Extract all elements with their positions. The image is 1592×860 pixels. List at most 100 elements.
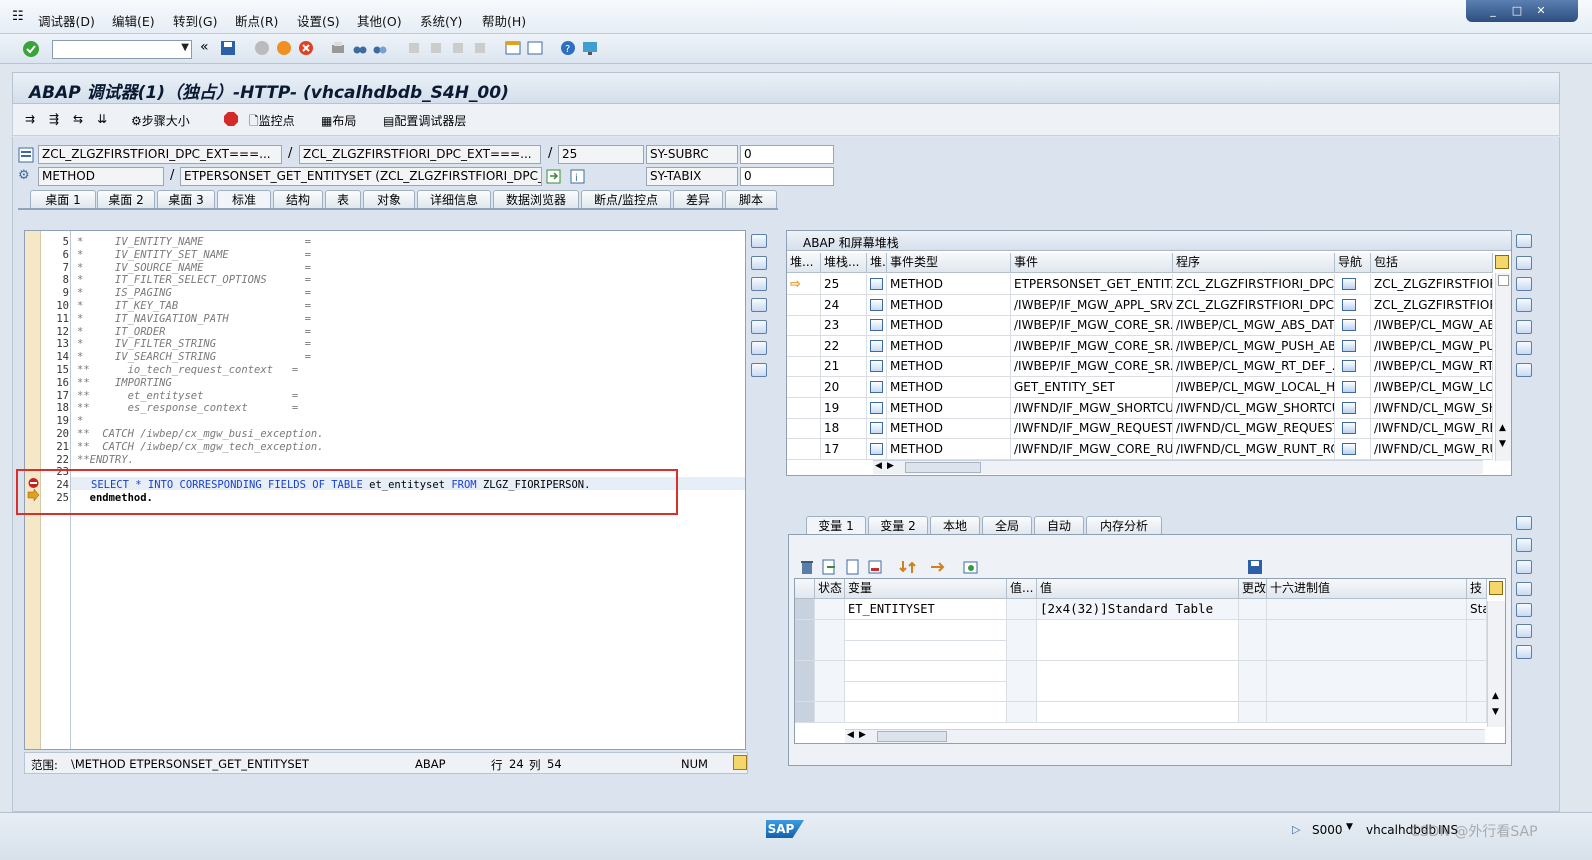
stack-header-cell[interactable]: 包括 xyxy=(1371,253,1493,273)
scroll-thumb[interactable] xyxy=(905,462,981,473)
code-line[interactable]: ** CATCH /iwbep/cx_mgw_tech_exception. xyxy=(77,441,324,453)
scroll-left-icon[interactable]: ◀ xyxy=(847,730,854,740)
close-tool-icon[interactable] xyxy=(1516,516,1532,530)
variable-cell[interactable] xyxy=(845,640,1007,662)
code-line[interactable]: ** CATCH /iwbep/cx_mgw_busi_exception. xyxy=(77,428,324,440)
code-line[interactable]: * IT_ORDER = xyxy=(77,326,311,338)
customize-layout-icon[interactable] xyxy=(582,40,598,56)
import-variables-icon[interactable] xyxy=(821,559,837,575)
help-icon[interactable]: ? xyxy=(560,40,576,56)
menu-settings[interactable]: 设置(S) xyxy=(297,11,340,30)
stack-header-cell[interactable]: 程序 xyxy=(1173,253,1335,273)
services-tool-icon[interactable] xyxy=(1516,624,1532,638)
code-line[interactable]: * IV_SOURCE_NAME = xyxy=(77,262,311,274)
first-page-icon[interactable] xyxy=(406,40,422,56)
variable-list-icon[interactable] xyxy=(867,559,883,575)
close-button[interactable]: ✕ xyxy=(1530,3,1552,18)
expand-tool-icon[interactable] xyxy=(1516,582,1532,596)
navigate-icon[interactable] xyxy=(1342,298,1356,311)
menu-help[interactable]: 帮助(H) xyxy=(482,11,526,30)
swap-tool-icon[interactable] xyxy=(751,277,767,291)
menu-system[interactable]: 系统(Y) xyxy=(420,11,462,30)
create-session-icon[interactable] xyxy=(505,40,521,56)
stack-header-cell[interactable]: 事件类型 xyxy=(887,253,1011,273)
swap-tool-icon[interactable] xyxy=(1516,538,1532,552)
return-icon[interactable]: ⇆ xyxy=(73,112,83,126)
resize-tool-icon[interactable] xyxy=(1516,298,1532,312)
vars-header-cell[interactable]: 值... xyxy=(1007,579,1037,599)
expand-status-icon[interactable]: ▷ xyxy=(1292,823,1300,836)
navigate-icon[interactable] xyxy=(1342,339,1356,352)
vars-header-cell[interactable]: 十六进制值 xyxy=(1267,579,1467,599)
execute-icon[interactable]: ⇶ xyxy=(49,112,59,126)
menu-goto[interactable]: 转到(G) xyxy=(173,11,217,30)
expand-tool-icon[interactable] xyxy=(1516,320,1532,334)
scroll-right-icon[interactable]: ▶ xyxy=(887,461,894,471)
code-line[interactable]: * IS_PAGING = xyxy=(77,287,311,299)
swap-tool-icon[interactable] xyxy=(1516,256,1532,270)
services-tool-icon[interactable] xyxy=(1516,341,1532,355)
transfer-icon[interactable] xyxy=(929,559,947,575)
step-into-icon[interactable]: ⇉ xyxy=(25,112,35,126)
stack-header-cell[interactable]: 导航 xyxy=(1335,253,1371,273)
resize-tool-icon[interactable] xyxy=(751,320,767,334)
enter-check-icon[interactable] xyxy=(22,40,40,58)
code-line[interactable]: ** IMPORTING xyxy=(77,377,172,389)
export-variables-icon[interactable] xyxy=(845,559,861,575)
code-line[interactable]: * IV_ENTITY_NAME = xyxy=(77,236,311,248)
navigate-icon[interactable] xyxy=(1342,360,1356,373)
row-selector[interactable] xyxy=(795,640,815,662)
tab-local[interactable]: 本地 xyxy=(930,516,980,535)
scroll-thumb[interactable] xyxy=(877,731,947,742)
navigate-icon[interactable] xyxy=(1342,442,1356,455)
vars-vertical-scrollbar[interactable]: ▲ ▼ xyxy=(1487,601,1505,727)
shortcut-icon[interactable] xyxy=(527,40,543,56)
maximize-tool-icon[interactable] xyxy=(1516,277,1532,291)
print-icon[interactable] xyxy=(330,40,346,56)
scroll-right-icon[interactable]: ▶ xyxy=(859,730,866,740)
stack-row[interactable]: 21 METHOD/IWBEP/IF_MGW_CORE_SR.../IWBEP/C… xyxy=(787,356,1493,378)
row-selector[interactable] xyxy=(795,681,815,703)
delete-icon[interactable] xyxy=(799,559,815,575)
variable-row[interactable] xyxy=(795,660,1487,682)
vars-header-cell[interactable] xyxy=(795,579,815,599)
vars-header-cell[interactable]: 技 xyxy=(1467,579,1487,599)
step-size-button[interactable]: ⚙步骤大小 xyxy=(131,112,190,129)
settings-tool-icon[interactable] xyxy=(1516,645,1532,659)
watch-variable-icon[interactable] xyxy=(963,559,979,575)
stack-row[interactable]: 23 METHOD/IWBEP/IF_MGW_CORE_SR.../IWBEP/C… xyxy=(787,315,1493,337)
minimize-button[interactable]: _ xyxy=(1482,3,1504,18)
code-line[interactable]: **ENDTRY. xyxy=(77,454,134,466)
code-line[interactable]: ** io_tech_request_context = xyxy=(77,364,298,376)
tab-structure[interactable]: 结构 xyxy=(273,190,323,209)
select-all-checkbox[interactable] xyxy=(1498,275,1509,286)
navigate-source-icon[interactable] xyxy=(546,169,561,184)
variable-row[interactable]: ET_ENTITYSET [2x4(32)]Standard Table Sta xyxy=(795,599,1487,620)
stack-header-cell[interactable]: 堆栈... xyxy=(821,253,867,273)
navigate-icon[interactable] xyxy=(1342,319,1356,332)
variable-cell[interactable]: ET_ENTITYSET xyxy=(845,599,1007,620)
close-tool-icon[interactable] xyxy=(1516,234,1532,248)
services-tool-icon[interactable] xyxy=(751,341,767,355)
resize-tool-icon[interactable] xyxy=(1516,603,1532,617)
variable-row[interactable] xyxy=(795,681,1487,703)
stack-header-cell[interactable]: 堆. xyxy=(867,253,887,273)
row-selector[interactable] xyxy=(795,702,815,723)
tab-variables-1[interactable]: 变量 1 xyxy=(806,516,866,535)
variable-row[interactable] xyxy=(795,702,1487,723)
tab-script[interactable]: 脚本 xyxy=(725,190,777,209)
code-line[interactable]: * xyxy=(77,415,83,427)
next-page-icon[interactable] xyxy=(450,40,466,56)
navigate-icon[interactable] xyxy=(1342,278,1356,290)
scroll-down-icon[interactable]: ▼ xyxy=(1492,707,1499,717)
tab-memory-analysis[interactable]: 内存分析 xyxy=(1086,516,1162,535)
scroll-up-icon[interactable]: ▲ xyxy=(1499,423,1506,433)
tab-object[interactable]: 对象 xyxy=(363,190,415,209)
menu-breakpoints[interactable]: 断点(R) xyxy=(235,11,278,30)
variable-cell[interactable] xyxy=(845,660,1007,682)
save-icon[interactable] xyxy=(220,40,236,56)
notepad-icon[interactable] xyxy=(733,755,747,770)
tab-desktop-2[interactable]: 桌面 2 xyxy=(97,190,155,209)
variable-row[interactable] xyxy=(795,619,1487,641)
info-icon[interactable]: i xyxy=(570,169,585,184)
